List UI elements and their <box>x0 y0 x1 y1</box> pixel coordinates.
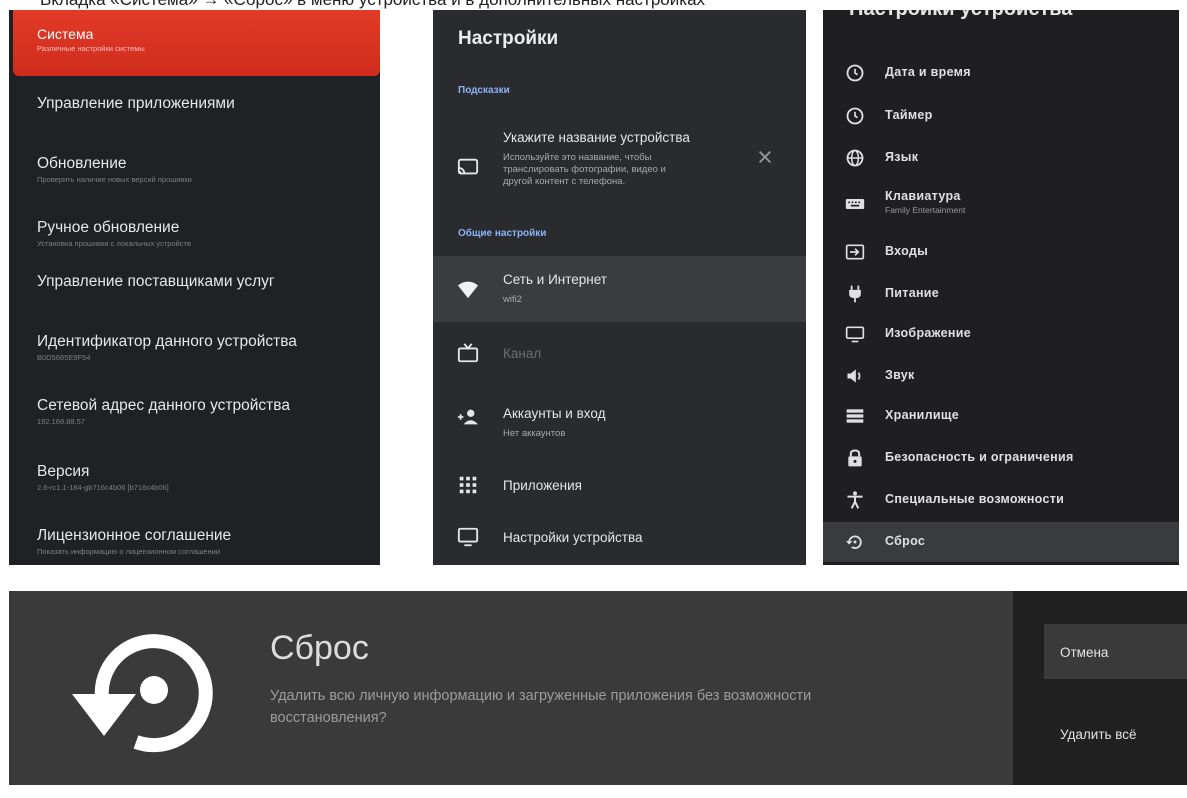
menu-item-title: Обновление <box>37 155 127 172</box>
device-item-timer[interactable]: Таймер <box>823 96 1179 136</box>
settings-item-accounts[interactable]: Аккаунты и вход Нет аккаунтов <box>433 388 806 454</box>
device-item-title: Питание <box>885 286 940 300</box>
hint-line: транслировать фотографии, видео и <box>503 164 666 175</box>
menu-item-network-address[interactable]: Сетевой адрес данного устройства 192.168… <box>37 396 377 428</box>
lock-icon <box>848 449 862 467</box>
device-item-title: Изображение <box>885 326 971 340</box>
device-item-date-time[interactable]: Дата и время <box>823 53 1179 93</box>
menu-item-subtitle: 192.168.88.57 <box>37 417 85 426</box>
device-item-title: Сброс <box>885 534 926 548</box>
menu-item-device-id[interactable]: Идентификатор данного устройства B0D5685… <box>37 332 377 364</box>
settings-item-title: Приложения <box>503 478 582 493</box>
device-item-title: Хранилище <box>885 408 959 422</box>
power-plug-icon <box>849 285 861 303</box>
keyboard-icon <box>845 199 865 209</box>
reset-dialog: Сброс Удалить всю личную информацию и за… <box>9 591 1187 785</box>
device-item-power[interactable]: Питание <box>823 274 1179 314</box>
settings-panel: Настройки Подсказки Укажите название уст… <box>433 10 806 565</box>
device-item-inputs[interactable]: Входы <box>823 232 1179 272</box>
system-header-item[interactable]: Система Различные настройки системы <box>13 10 380 76</box>
clock-icon <box>846 64 864 82</box>
menu-item-title: Управление поставщиками услуг <box>37 273 275 290</box>
tv-icon <box>457 343 479 363</box>
menu-item-title: Версия <box>37 463 90 480</box>
menu-item-subtitle: 2.6-rc1.1-184-gb716c4b06 [b716c4b06] <box>37 483 169 492</box>
section-general: Общие настройки <box>458 228 547 239</box>
section-hints: Подсказки <box>458 85 510 96</box>
hint-line: другой контент с телефона. <box>503 176 626 187</box>
globe-icon <box>846 149 864 167</box>
device-item-storage[interactable]: Хранилище <box>823 396 1179 436</box>
device-settings-title: Настройки устройства <box>849 10 1072 21</box>
dialog-title: Сброс <box>270 629 369 667</box>
apps-grid-icon <box>459 476 477 494</box>
device-item-accessibility[interactable]: Специальные возможности <box>823 480 1179 520</box>
menu-item-subtitle: Установка прошивки с локальных устройств <box>37 239 191 248</box>
device-item-title: Клавиатура <box>885 189 961 203</box>
hint-device-name[interactable]: Укажите название устройства Используйте … <box>433 118 806 208</box>
menu-item-title: Сетевой адрес данного устройства <box>37 397 290 414</box>
settings-item-title: Канал <box>503 346 542 361</box>
monitor-icon <box>457 527 479 547</box>
hint-title: Укажите название устройства <box>503 130 690 145</box>
system-header-subtitle: Различные настройки системы <box>37 44 145 53</box>
device-item-security[interactable]: Безопасность и ограничения <box>823 438 1179 478</box>
settings-item-channel[interactable]: Канал <box>433 322 806 388</box>
settings-item-device[interactable]: Настройки устройства <box>433 510 806 565</box>
device-item-title: Звук <box>885 368 915 382</box>
hint-line: Используйте это название, чтобы <box>503 152 652 163</box>
menu-item-subtitle: Показать информацию о лицензионном согла… <box>37 547 221 556</box>
device-settings-panel: Настройки устройства Дата и время Таймер… <box>823 10 1179 565</box>
menu-item-license[interactable]: Лицензионное соглашение Показать информа… <box>37 526 377 558</box>
reset-large-icon <box>72 634 213 753</box>
add-person-icon <box>457 409 479 425</box>
settings-item-title: Настройки устройства <box>503 530 643 545</box>
device-item-title: Входы <box>885 244 929 258</box>
settings-item-subtitle: wifi2 <box>503 294 523 305</box>
menu-item-update[interactable]: Обновление Проверить наличие новых верси… <box>37 154 377 186</box>
delete-all-button[interactable]: Удалить всё <box>1060 727 1137 742</box>
display-icon <box>845 326 865 343</box>
menu-item-app-management[interactable]: Управление приложениями <box>37 94 377 114</box>
close-icon[interactable] <box>756 148 774 166</box>
device-item-picture[interactable]: Изображение <box>823 314 1179 354</box>
settings-item-subtitle: Нет аккаунтов <box>503 428 566 439</box>
menu-item-subtitle: B0D5685E9F54 <box>37 353 91 362</box>
speaker-icon <box>847 369 861 383</box>
device-item-reset[interactable]: Сброс <box>823 522 1179 562</box>
wifi-icon <box>457 281 479 299</box>
timer-icon <box>846 107 864 125</box>
menu-item-title: Ручное обновление <box>37 219 180 236</box>
system-header-title: Система <box>37 26 94 42</box>
device-item-subtitle: Family Entertainment <box>885 205 966 215</box>
settings-item-network[interactable]: Сеть и Интернет wifi2 <box>433 256 806 322</box>
settings-item-title: Сеть и Интернет <box>503 272 607 287</box>
device-item-title: Безопасность и ограничения <box>885 450 1074 464</box>
menu-item-title: Идентификатор данного устройства <box>37 333 297 350</box>
settings-item-title: Аккаунты и вход <box>503 406 606 421</box>
dialog-description: Удалить всю личную информацию и загружен… <box>270 688 812 726</box>
reset-icon <box>845 535 862 549</box>
menu-item-manual-update[interactable]: Ручное обновление Установка прошивки с л… <box>37 218 377 250</box>
menu-item-version[interactable]: Версия 2.6-rc1.1-184-gb716c4b06 [b716c4b… <box>37 462 377 494</box>
menu-item-title: Лицензионное соглашение <box>37 527 232 544</box>
accessibility-icon <box>847 491 863 509</box>
device-item-title: Специальные возможности <box>885 492 1065 506</box>
device-item-keyboard[interactable]: Клавиатура Family Entertainment <box>823 182 1179 226</box>
input-icon <box>845 244 865 260</box>
menu-item-subtitle: Проверить наличие новых версий прошивки <box>37 175 192 184</box>
cast-icon <box>457 158 479 175</box>
cancel-button[interactable]: Отмена <box>1044 624 1187 679</box>
dialog-actions-panel <box>1013 591 1187 785</box>
device-item-title: Дата и время <box>885 65 971 79</box>
menu-item-service-providers[interactable]: Управление поставщиками услуг <box>37 272 377 292</box>
device-item-language[interactable]: Язык <box>823 138 1179 178</box>
menu-item-title: Управление приложениями <box>37 95 235 112</box>
device-item-sound[interactable]: Звук <box>823 356 1179 396</box>
storage-icon <box>846 409 864 423</box>
settings-title: Настройки <box>458 28 559 49</box>
device-item-title: Таймер <box>885 108 933 122</box>
device-item-title: Язык <box>885 150 919 164</box>
system-panel: Система Различные настройки системы Упра… <box>9 10 380 565</box>
